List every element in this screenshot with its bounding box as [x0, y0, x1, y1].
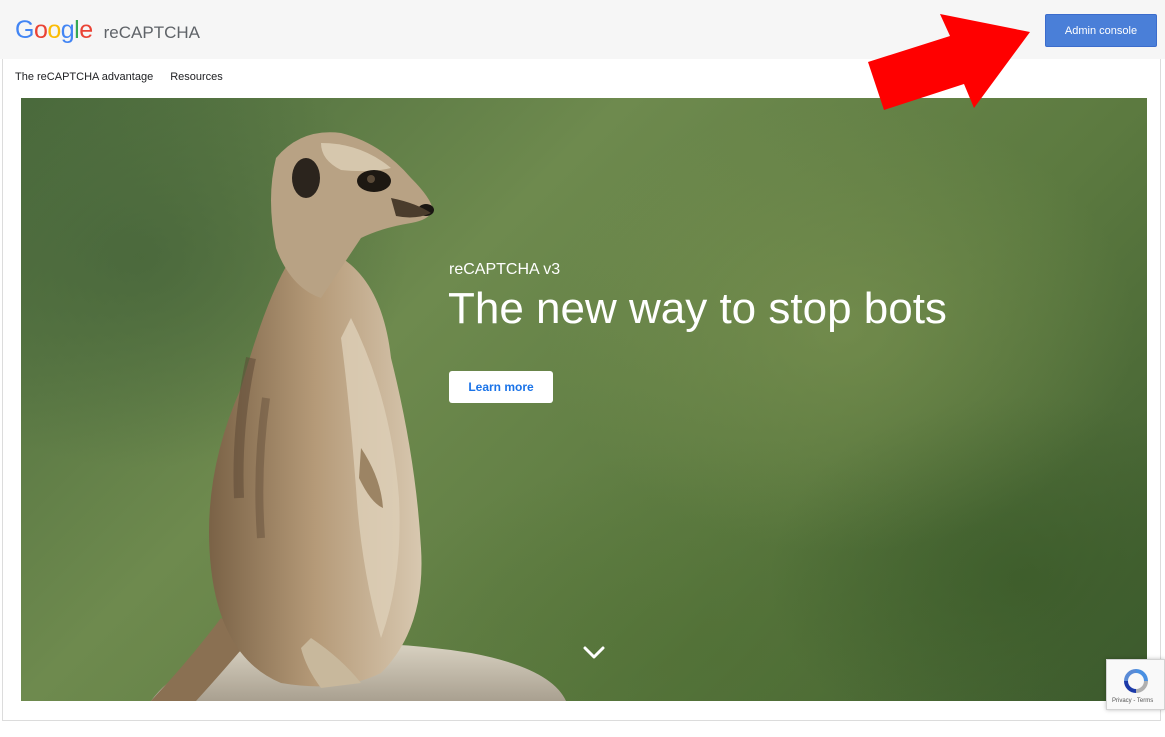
product-name: reCAPTCHA [103, 23, 200, 42]
recaptcha-icon [1124, 669, 1148, 693]
google-recaptcha-logo[interactable]: Google reCAPTCHA [15, 14, 200, 46]
learn-more-button[interactable]: Learn more [449, 371, 553, 403]
hero-title: The new way to stop bots [448, 284, 947, 333]
chevron-down-icon[interactable] [583, 646, 605, 660]
hero-subtitle: reCAPTCHA v3 [449, 261, 561, 278]
top-nav: The reCAPTCHA advantage Resources [15, 71, 223, 85]
recaptcha-badge[interactable]: Privacy - Terms [1106, 659, 1165, 710]
google-logo: Google [15, 15, 93, 44]
admin-console-button[interactable]: Admin console [1045, 14, 1157, 47]
nav-item-resources[interactable]: Resources [170, 71, 223, 85]
hero-banner: reCAPTCHA v3 The new way to stop bots Le… [21, 98, 1147, 701]
nav-item-recaptcha-advantage[interactable]: The reCAPTCHA advantage [15, 71, 153, 85]
red-arrow-icon [868, 14, 1030, 110]
recaptcha-terms-link[interactable]: Privacy - Terms [1112, 698, 1153, 704]
